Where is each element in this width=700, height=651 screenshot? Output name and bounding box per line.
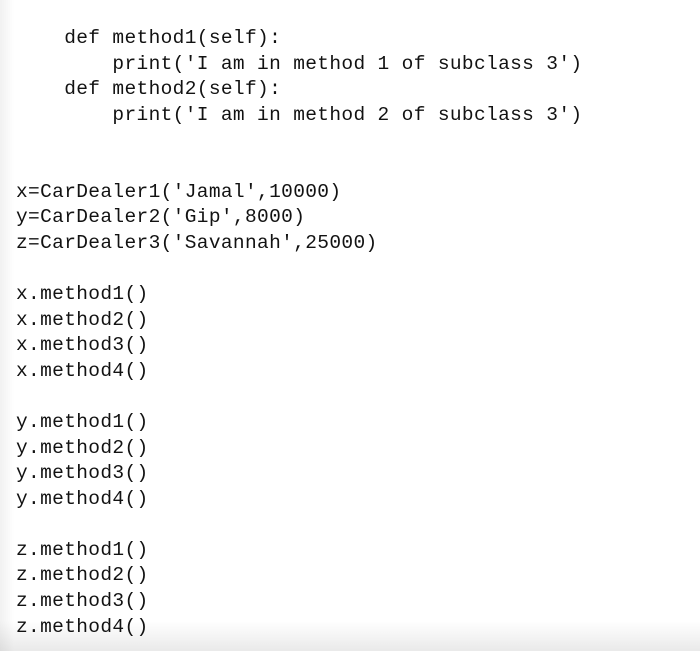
code-line: z.method2() bbox=[16, 564, 149, 587]
code-line: y.method4() bbox=[16, 487, 149, 510]
code-line: z=CarDealer3('Savannah',25000) bbox=[16, 231, 378, 254]
python-code-block: def method1(self): print('I am in method… bbox=[0, 13, 700, 640]
code-line: y.method1() bbox=[16, 410, 149, 433]
code-line: z.method4() bbox=[16, 615, 149, 638]
code-line: x.method4() bbox=[16, 359, 149, 382]
code-line: y.method3() bbox=[16, 462, 149, 485]
code-line: print('I am in method 2 of subclass 3') bbox=[16, 103, 583, 126]
code-line: def method2(self): bbox=[16, 78, 282, 101]
code-line: x.method2() bbox=[16, 308, 149, 331]
code-line: x.method3() bbox=[16, 334, 149, 357]
code-line: x=CarDealer1('Jamal',10000) bbox=[16, 180, 342, 203]
code-line: x.method1() bbox=[16, 282, 149, 305]
code-screenshot: def method1(self): print('I am in method… bbox=[0, 0, 700, 651]
code-line: z.method1() bbox=[16, 538, 149, 561]
code-line: y=CarDealer2('Gip',8000) bbox=[16, 206, 306, 229]
code-line: z.method3() bbox=[16, 590, 149, 613]
code-line: print('I am in method 1 of subclass 3') bbox=[16, 52, 583, 75]
code-line: def method1(self): bbox=[16, 27, 282, 49]
code-line: y.method2() bbox=[16, 436, 149, 459]
